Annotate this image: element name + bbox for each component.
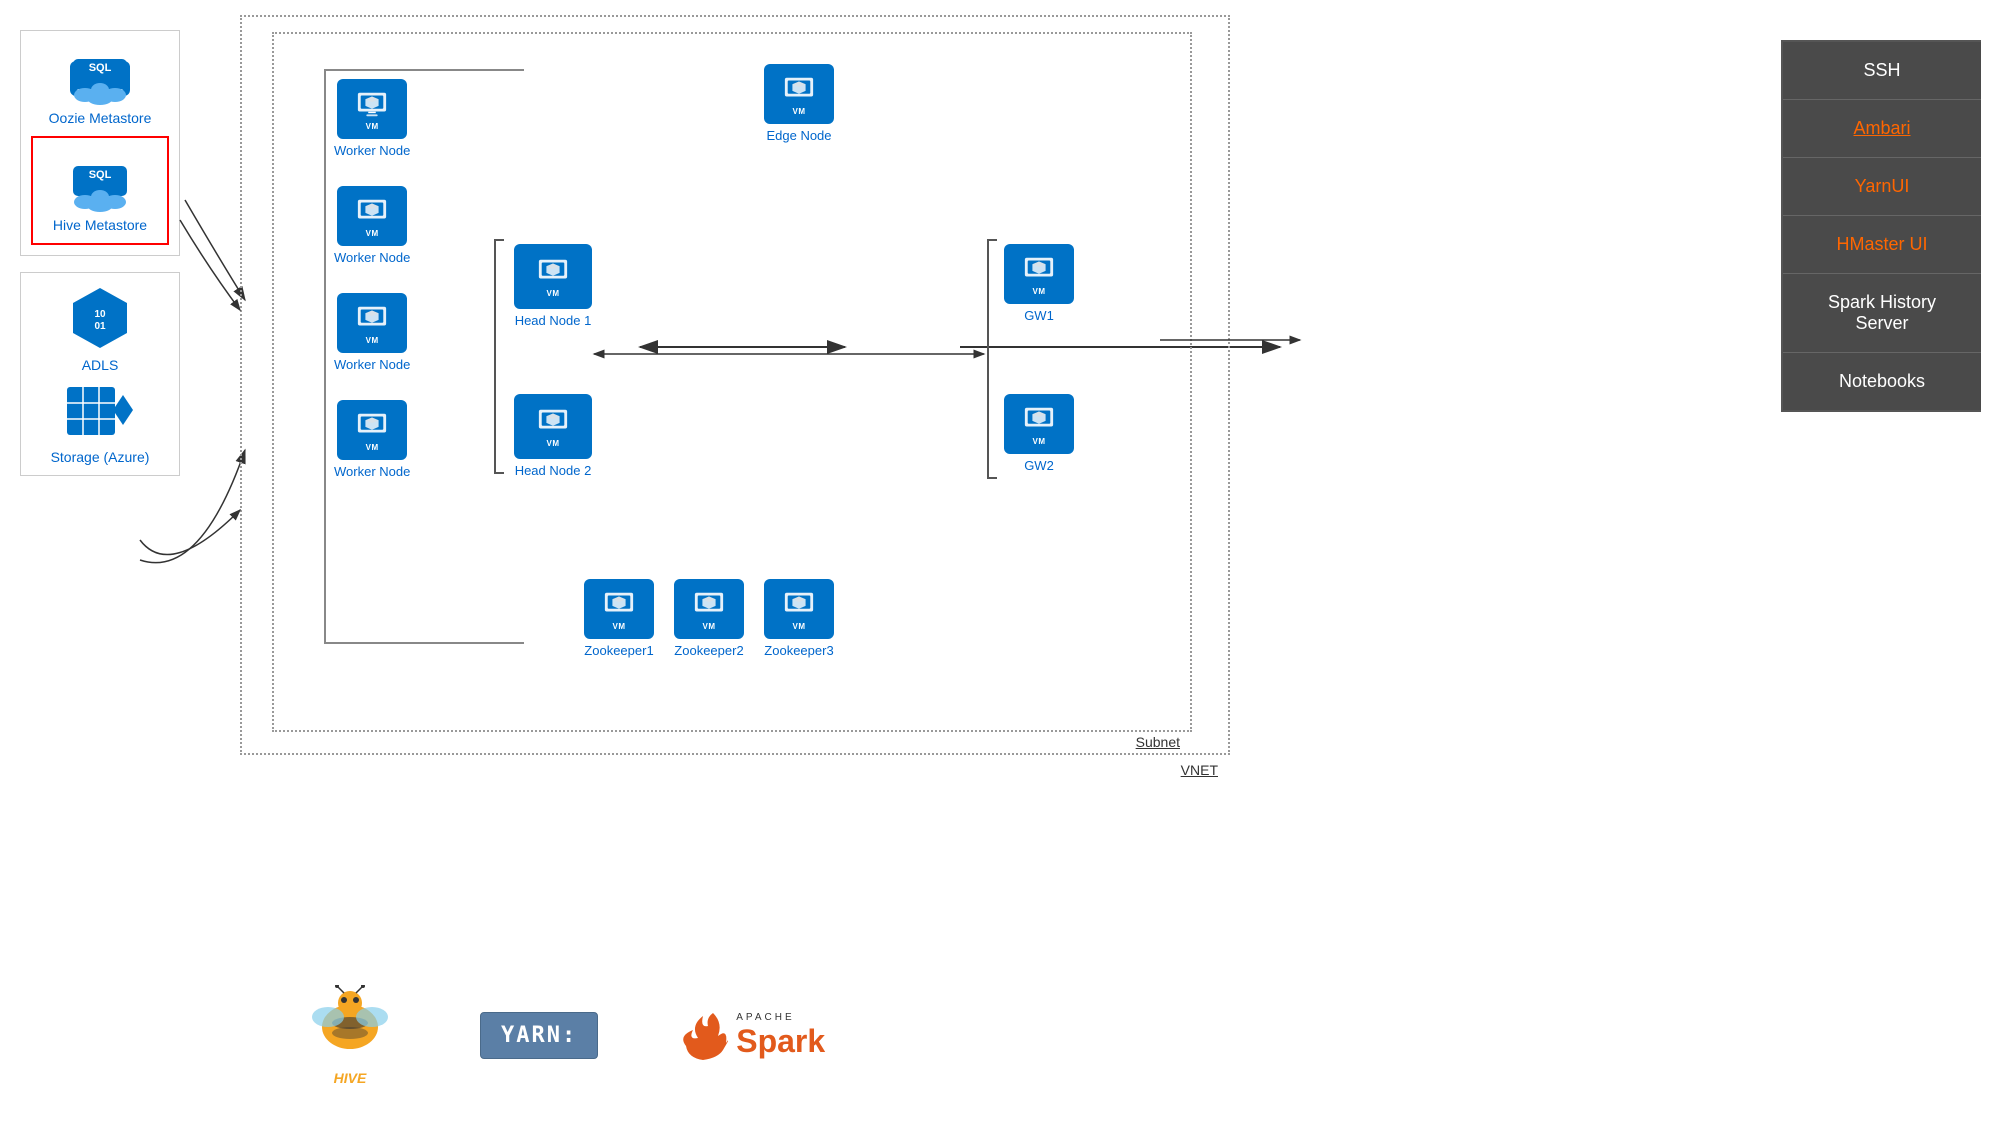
vnet-label: VNET [1181, 762, 1218, 778]
worker-vm-icon-4: VM [337, 400, 407, 460]
zk3-label: Zookeeper3 [764, 643, 833, 658]
svg-text:01: 01 [94, 321, 106, 332]
zk1-vm-label: VM [613, 622, 626, 631]
edge-vm-label: VM [793, 107, 806, 116]
edge-label: Edge Node [766, 128, 831, 143]
adls-node: 10 01 ADLS [65, 283, 135, 373]
main-diagram: VNET Subnet [210, 15, 1270, 775]
zk2-label: Zookeeper2 [674, 643, 743, 658]
zk2-vm-icon: VM [674, 579, 744, 639]
svg-text:10: 10 [94, 309, 106, 320]
gw2-vm-label: VM [1033, 437, 1046, 446]
hmaster-button[interactable]: HMaster UI [1783, 216, 1981, 274]
svg-text:SQL: SQL [89, 62, 112, 74]
bottom-logos: HIVE YARN: APACHE Spark [300, 985, 825, 1086]
oozie-metastore: SQL SQL Oozie Metastore [31, 41, 169, 126]
notebooks-button[interactable]: Notebooks [1783, 353, 1981, 410]
worker-label-2: Worker Node [334, 250, 410, 265]
head-node-1: VM Head Node 1 [514, 244, 592, 328]
head-vm-label-1: VM [547, 289, 560, 298]
worker-vm-icon-2: VM [337, 186, 407, 246]
spark-text-group: APACHE Spark [736, 1012, 825, 1060]
zk3-vm-icon: VM [764, 579, 834, 639]
head-vm-icon-2: VM [514, 394, 592, 459]
worker-vm-label-3: VM [366, 336, 379, 345]
adls-icon: 10 01 [65, 283, 135, 353]
storage-azure-node: Storage (Azure) [51, 385, 150, 465]
head-vm-icon-1: VM [514, 244, 592, 309]
zk1-label: Zookeeper1 [584, 643, 653, 658]
hive-metastore: SQL Hive Metastore [31, 136, 169, 245]
svg-text:SQL: SQL [89, 169, 112, 181]
hive-bee-icon [300, 985, 400, 1070]
zk2-vm-label: VM [703, 622, 716, 631]
hive-logo: HIVE [300, 985, 400, 1086]
worker-label-3: Worker Node [334, 357, 410, 372]
gw1-node: VM GW1 [1004, 244, 1074, 323]
metastore-group: SQL SQL Oozie Metastore [20, 30, 180, 256]
ssh-button[interactable]: SSH [1783, 42, 1981, 100]
gw2-node: VM GW2 [1004, 394, 1074, 473]
zookeeper-3: VM Zookeeper3 [764, 579, 834, 658]
worker-vm-label-1: VM [366, 122, 379, 131]
subnet-label: Subnet [1136, 734, 1180, 750]
edge-node: VM Edge Node [764, 64, 834, 143]
left-panel: SQL SQL Oozie Metastore [20, 30, 180, 476]
worker-vm-label-4: VM [366, 443, 379, 452]
workers-column: VM Worker Node VM Work [334, 79, 410, 479]
spark-flame-icon [678, 1008, 728, 1063]
gw2-vm-icon: VM [1004, 394, 1074, 454]
oozie-sql-icon: SQL SQL [65, 41, 135, 106]
gw1-vm-icon: VM [1004, 244, 1074, 304]
worker-label-4: Worker Node [334, 464, 410, 479]
subnet-box: Subnet [272, 32, 1192, 732]
ambari-button[interactable]: Ambari [1783, 100, 1981, 158]
vnet-box: VNET Subnet [240, 15, 1230, 755]
gw1-vm-label: VM [1033, 287, 1046, 296]
yarn-text: YARN: [501, 1023, 577, 1048]
worker-label-1: Worker Node [334, 143, 410, 158]
worker-vm-label-2: VM [366, 229, 379, 238]
yarnui-button[interactable]: YarnUI [1783, 158, 1981, 216]
zk3-vm-label: VM [793, 622, 806, 631]
zookeeper-row: VM Zookeeper1 VM Zooke [584, 579, 834, 658]
hive-label: Hive Metastore [53, 217, 147, 233]
spark-logo: APACHE Spark [678, 1008, 825, 1063]
head-node-2: VM Head Node 2 [514, 394, 592, 478]
adls-label: ADLS [82, 357, 119, 373]
yarn-box: YARN: [480, 1012, 598, 1059]
head-label-1: Head Node 1 [515, 313, 592, 328]
hive-sql-icon: SQL [65, 148, 135, 213]
apache-text: APACHE [736, 1012, 825, 1023]
storage-label: Storage (Azure) [51, 449, 150, 465]
zk1-vm-icon: VM [584, 579, 654, 639]
worker-vm-icon-1: VM [337, 79, 407, 139]
hive-text: HIVE [334, 1070, 367, 1086]
head-nodes-bracket [494, 239, 504, 474]
zookeeper-2: VM Zookeeper2 [674, 579, 744, 658]
zookeeper-1: VM Zookeeper1 [584, 579, 654, 658]
edge-vm-icon: VM [764, 64, 834, 124]
worker-node-1: VM Worker Node [334, 79, 410, 158]
storage-group: 10 01 ADLS Storage (Azure) [20, 272, 180, 476]
yarn-logo: YARN: [480, 1012, 598, 1059]
oozie-label: Oozie Metastore [49, 110, 152, 126]
spark-history-button[interactable]: Spark History Server [1783, 274, 1981, 353]
gw1-label: GW1 [1024, 308, 1054, 323]
head-label-2: Head Node 2 [515, 463, 592, 478]
worker-node-4: VM Worker Node [334, 400, 410, 479]
gw-bracket [987, 239, 997, 479]
worker-node-2: VM Worker Node [334, 186, 410, 265]
spark-text: Spark [736, 1023, 825, 1060]
head-vm-label-2: VM [547, 439, 560, 448]
right-panel: SSH Ambari YarnUI HMaster UI Spark Histo… [1781, 40, 1981, 412]
storage-icon [65, 385, 135, 445]
worker-node-3: VM Worker Node [334, 293, 410, 372]
gw2-label: GW2 [1024, 458, 1054, 473]
worker-vm-icon-3: VM [337, 293, 407, 353]
